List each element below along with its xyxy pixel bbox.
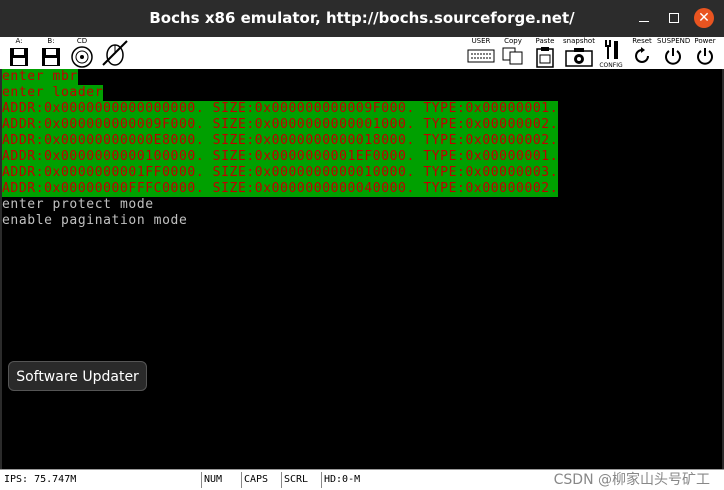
copy-button[interactable]: Copy: [499, 37, 527, 69]
screen-line: ADDR:0x00000000FFFC0000. SIZE:0x00000000…: [2, 181, 559, 197]
screen-line: ADDR:0x00000000000E8000. SIZE:0x00000000…: [2, 133, 559, 149]
power-button[interactable]: Power: [688, 37, 722, 69]
screen-line: enable pagination mode: [2, 213, 188, 228]
power-icon: [697, 48, 713, 65]
floppy-a-label: A:: [15, 37, 23, 45]
screen-line: enter mbr: [2, 69, 78, 85]
camera-icon: [565, 48, 593, 67]
mouse-toggle-button[interactable]: [98, 37, 132, 69]
caps-lock-indicator: CAPS: [241, 472, 280, 488]
close-button[interactable]: ✕: [694, 8, 714, 28]
scroll-lock-indicator: SCRL: [281, 472, 320, 488]
screen-line: enter protect mode: [2, 197, 154, 212]
keyboard-icon: [467, 49, 495, 63]
software-updater-button[interactable]: Software Updater: [8, 361, 147, 391]
screen-line: enter loader: [2, 85, 104, 101]
close-icon: ✕: [698, 10, 710, 26]
screen-line: ADDR:0x000000000009F000. SIZE:0x00000000…: [2, 117, 559, 133]
floppy-b-button[interactable]: B:: [38, 37, 64, 69]
num-lock-indicator: NUM: [201, 472, 240, 488]
screen-line: ADDR:0x0000000001FF0000. SIZE:0x00000000…: [2, 165, 559, 181]
copy-icon: [502, 47, 523, 65]
config-label: CONFIG: [599, 62, 623, 69]
maximize-icon: [669, 13, 679, 23]
snapshot-label: snapshot: [563, 37, 595, 45]
power-label: Power: [694, 37, 716, 45]
bochs-toolbar: A: B: CD USER Copy Paste snapshot CONFIG…: [0, 37, 724, 69]
window-title-bar[interactable]: Bochs x86 emulator, http://bochs.sourcef…: [0, 0, 724, 37]
floppy-a-button[interactable]: A:: [6, 37, 32, 69]
cdrom-icon: [71, 46, 93, 68]
floppy-icon: [42, 48, 60, 66]
mouse-icon: [102, 40, 128, 66]
config-button[interactable]: CONFIG: [597, 37, 625, 69]
status-bar: IPS: 75.747M NUM CAPS SCRL HD:0-M CSDN @…: [0, 469, 724, 490]
hd-indicator: HD:0-M: [321, 472, 368, 488]
minimize-button[interactable]: [634, 8, 654, 28]
maximize-button[interactable]: [664, 8, 684, 28]
suspend-icon: [665, 48, 681, 65]
copy-label: Copy: [504, 37, 522, 45]
screen-line: ADDR:0x0000000000100000. SIZE:0x00000000…: [2, 149, 559, 165]
reset-button[interactable]: Reset: [626, 37, 658, 69]
cdrom-button[interactable]: CD: [68, 37, 96, 69]
emulator-screen[interactable]: enter mbr enter loader ADDR:0x0000000000…: [2, 69, 722, 469]
window-title: Bochs x86 emulator, http://bochs.sourcef…: [149, 9, 575, 27]
watermark: CSDN @柳家山头号矿工: [553, 472, 710, 488]
floppy-icon: [10, 48, 28, 66]
suspend-label: SUSPEND: [657, 37, 691, 45]
wrench-icon: [605, 40, 618, 59]
reset-icon: [635, 47, 649, 63]
minimize-icon: [639, 20, 649, 22]
floppy-b-label: B:: [47, 37, 55, 45]
screen-line: ADDR:0x0000000000000000. SIZE:0x00000000…: [2, 101, 559, 117]
cd-label: CD: [76, 37, 88, 45]
user-label: USER: [471, 37, 491, 45]
paste-icon: [536, 47, 554, 68]
paste-button[interactable]: Paste: [530, 37, 560, 69]
ips-readout: IPS: 75.747M: [4, 474, 77, 485]
snapshot-button[interactable]: snapshot: [562, 37, 596, 69]
suspend-button[interactable]: SUSPEND: [657, 37, 691, 69]
paste-label: Paste: [535, 37, 555, 45]
reset-label: Reset: [632, 37, 652, 45]
user-button[interactable]: USER: [465, 37, 497, 69]
